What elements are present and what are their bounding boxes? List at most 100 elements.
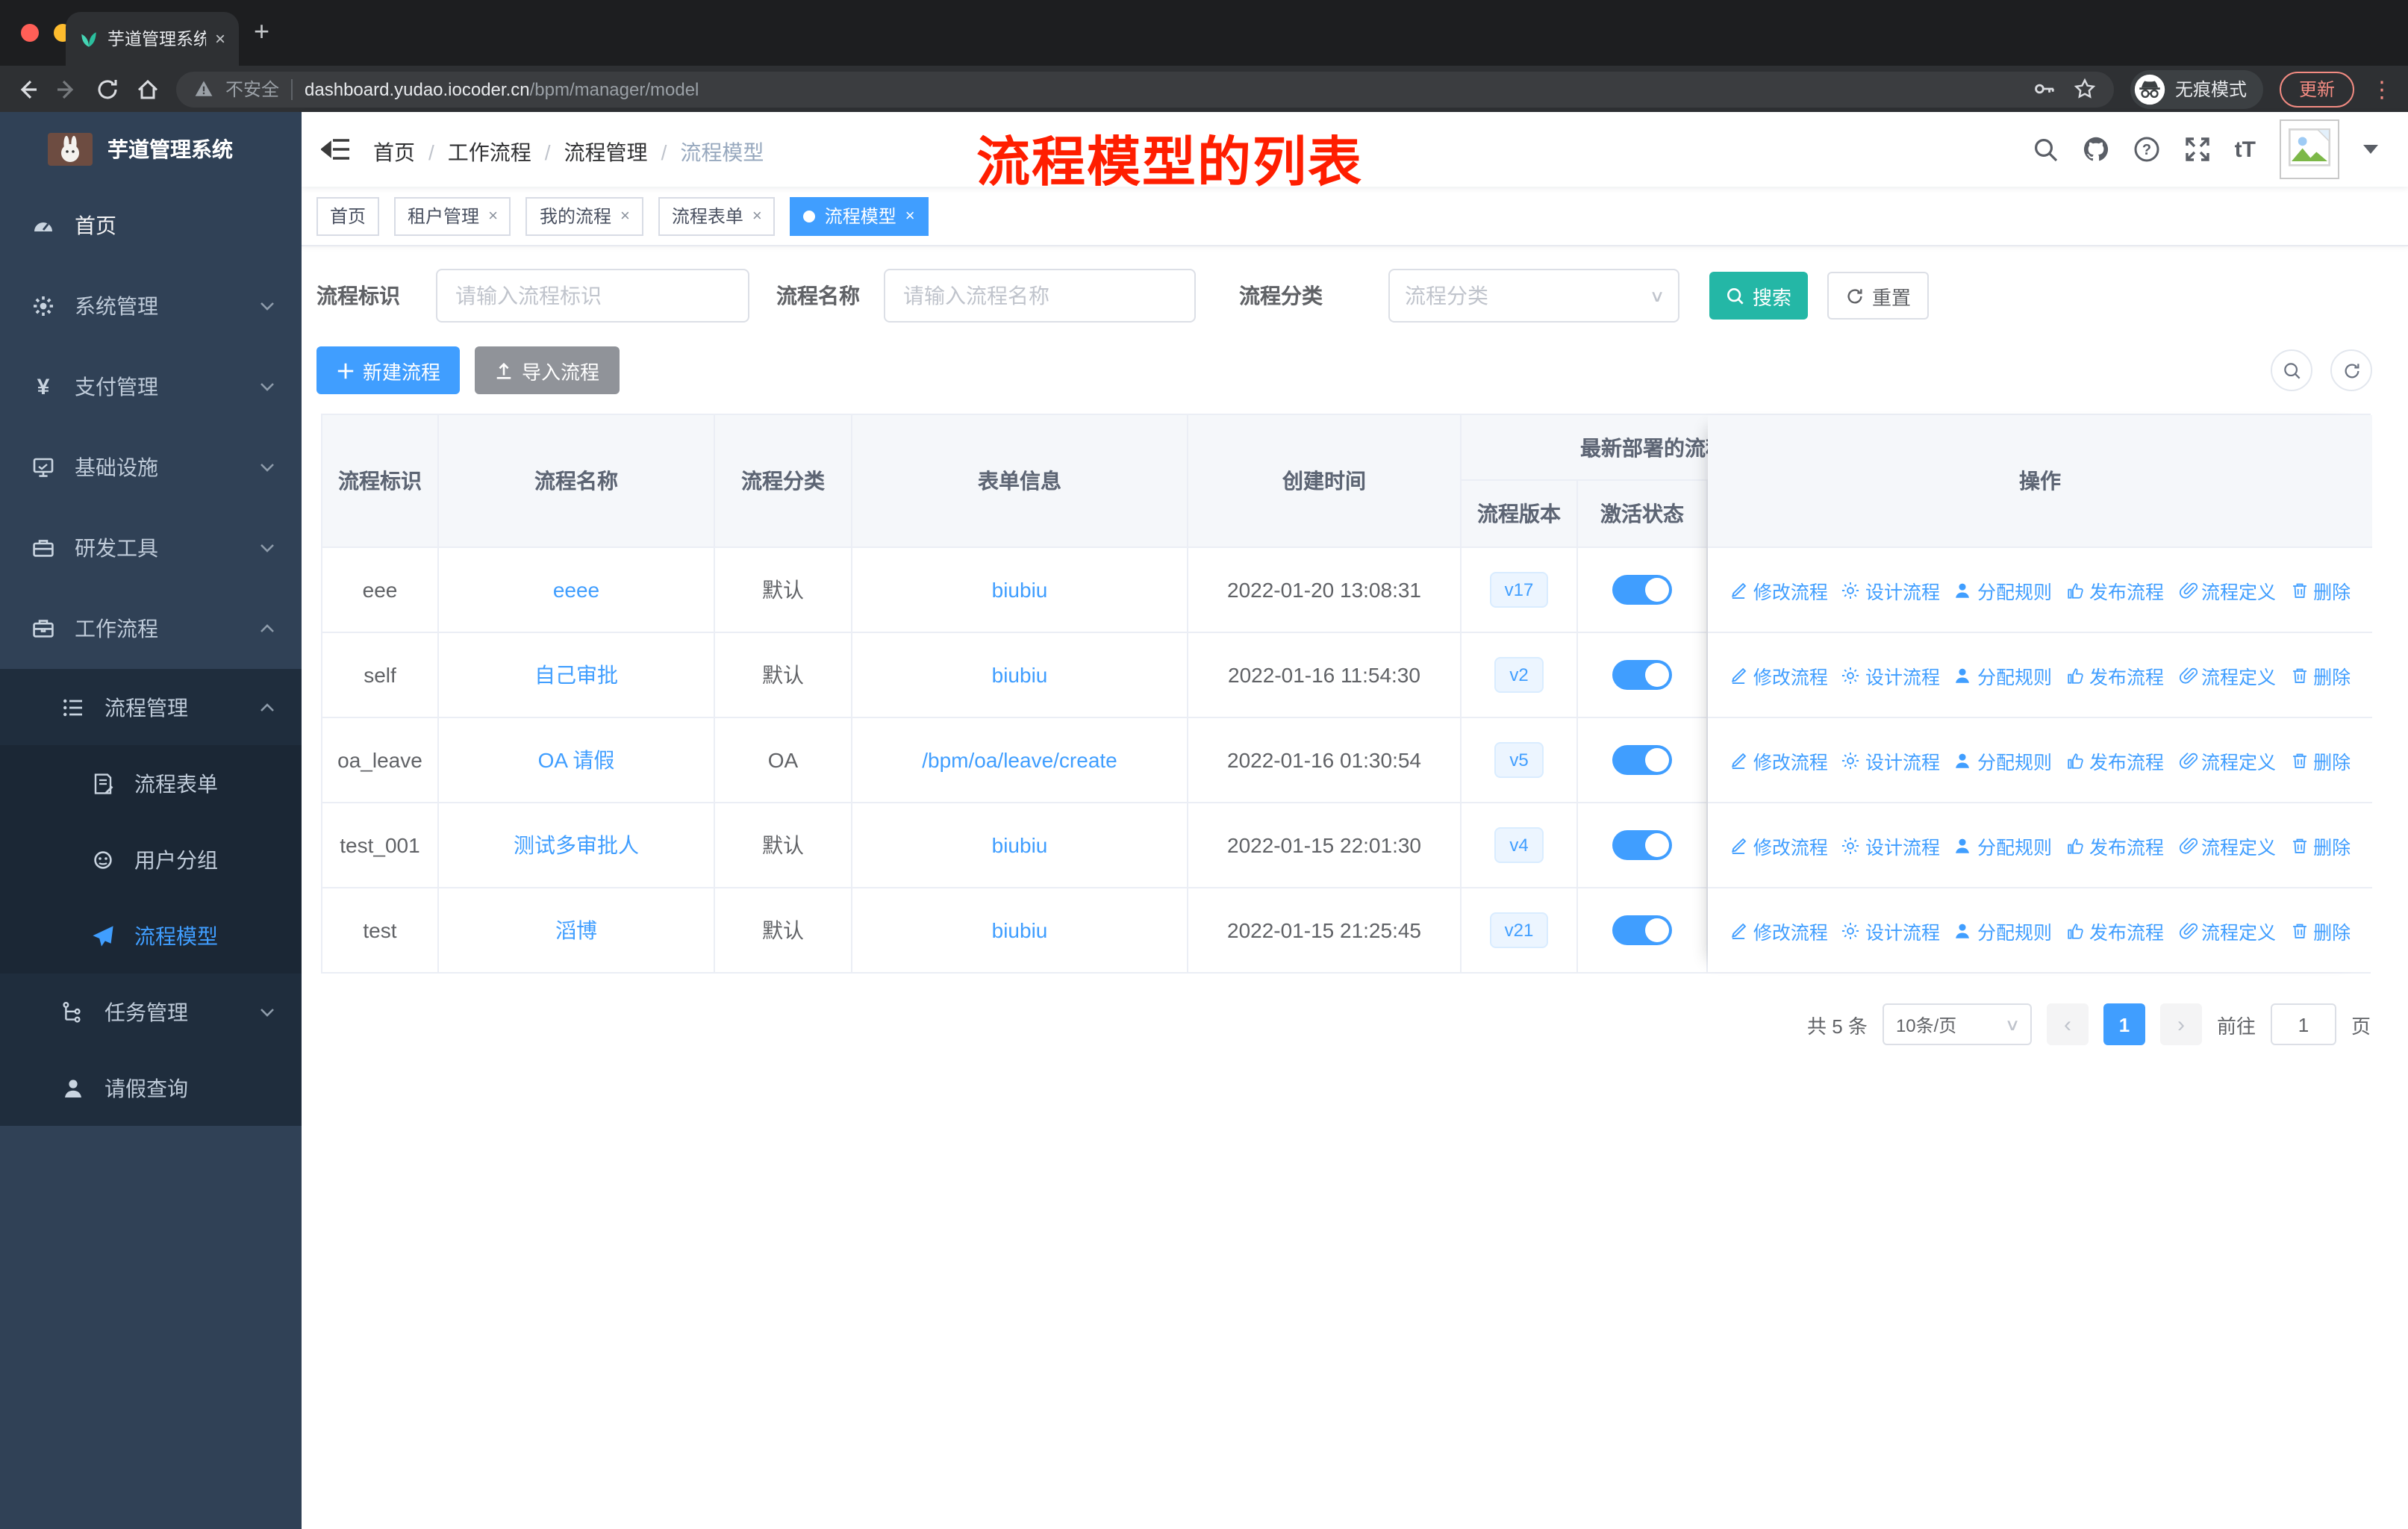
modify-process-link[interactable]: 修改流程 [1729,831,1828,859]
process-name-link[interactable]: 自己审批 [534,660,618,690]
sidebar-item-user-groups[interactable]: 用户分组 [0,821,302,897]
browser-menu-icon[interactable]: ⋮ [2371,75,2393,102]
breadcrumb-process-management[interactable]: 流程管理 [564,137,648,167]
forward-icon[interactable] [55,77,79,101]
delete-link[interactable]: 删除 [2289,746,2351,774]
form-info-link[interactable]: /bpm/oa/leave/create [922,748,1117,772]
current-page-button[interactable]: 1 [2103,1003,2145,1045]
avatar-caret-icon[interactable] [2363,145,2378,154]
reset-button[interactable]: 重置 [1827,272,1929,320]
active-toggle[interactable] [1612,745,1672,775]
tag-tenant-management[interactable]: 租户管理 × [394,196,511,235]
refresh-table-button[interactable] [2330,349,2372,391]
process-definition-link[interactable]: 流程定义 [2177,831,2276,859]
browser-update-button[interactable]: 更新 [2279,71,2354,107]
sidebar-item-process-model[interactable]: 流程模型 [0,897,302,974]
design-process-link[interactable]: 设计流程 [1841,661,1940,689]
close-icon[interactable]: × [752,207,762,225]
assign-rules-link[interactable]: 分配规则 [1953,746,2052,774]
sidebar-item-system[interactable]: 系统管理 [0,266,302,346]
fullscreen-icon[interactable] [2184,136,2211,163]
tag-home[interactable]: 首页 [316,196,380,235]
form-info-link[interactable]: biubiu [992,833,1048,857]
modify-process-link[interactable]: 修改流程 [1729,916,1828,944]
assign-rules-link[interactable]: 分配规则 [1953,831,2052,859]
delete-link[interactable]: 删除 [2289,576,2351,604]
sidebar-item-workflow[interactable]: 工作流程 [0,588,302,669]
sidebar-item-payment[interactable]: ¥ 支付管理 [0,346,302,427]
prev-page-button[interactable]: ‹ [2046,1003,2089,1045]
process-name-input[interactable] [884,269,1196,323]
process-name-link[interactable]: OA 请假 [538,745,615,775]
page-size-select[interactable]: 10条/页 ∨ [1882,1003,2032,1045]
active-toggle[interactable] [1612,830,1672,860]
collapse-sidebar-icon[interactable] [321,134,351,164]
design-process-link[interactable]: 设计流程 [1841,576,1940,604]
sidebar-item-process-management[interactable]: 流程管理 [0,669,302,745]
font-size-icon[interactable]: tT [2235,137,2256,162]
tag-my-processes[interactable]: 我的流程 × [525,196,643,235]
browser-tab[interactable]: 芋道管理系统 × [66,12,239,66]
sidebar-item-process-form[interactable]: 流程表单 [0,745,302,821]
close-icon[interactable]: × [905,207,915,225]
assign-rules-link[interactable]: 分配规则 [1953,661,2052,689]
sidebar-item-infrastructure[interactable]: 基础设施 [0,427,302,508]
sidebar-item-leave-query[interactable]: 请假查询 [0,1050,302,1126]
password-key-icon[interactable] [2033,78,2056,100]
breadcrumb-home[interactable]: 首页 [373,137,415,167]
avatar[interactable] [2280,119,2339,179]
assign-rules-link[interactable]: 分配规则 [1953,916,2052,944]
publish-process-link[interactable]: 发布流程 [2065,746,2164,774]
active-toggle[interactable] [1612,915,1672,945]
modify-process-link[interactable]: 修改流程 [1729,661,1828,689]
import-process-button[interactable]: 导入流程 [475,346,620,394]
delete-link[interactable]: 删除 [2289,661,2351,689]
design-process-link[interactable]: 设计流程 [1841,746,1940,774]
process-name-link[interactable]: eeee [553,578,599,602]
goto-page-input[interactable] [2270,1003,2336,1045]
tag-process-model[interactable]: 流程模型 × [790,196,929,235]
search-button[interactable]: 搜索 [1709,272,1808,320]
tab-close-icon[interactable]: × [215,28,225,49]
reload-icon[interactable] [96,77,119,101]
back-icon[interactable] [15,77,39,101]
process-id-input[interactable] [436,269,749,323]
bookmark-star-icon[interactable] [2074,78,2096,100]
delete-link[interactable]: 删除 [2289,831,2351,859]
help-icon[interactable]: ? [2133,136,2160,163]
close-window-button[interactable] [21,24,39,42]
form-info-link[interactable]: biubiu [992,578,1048,602]
process-definition-link[interactable]: 流程定义 [2177,661,2276,689]
create-process-button[interactable]: 新建流程 [316,346,460,394]
modify-process-link[interactable]: 修改流程 [1729,576,1828,604]
process-definition-link[interactable]: 流程定义 [2177,916,2276,944]
assign-rules-link[interactable]: 分配规则 [1953,576,2052,604]
toggle-search-button[interactable] [2271,349,2312,391]
process-definition-link[interactable]: 流程定义 [2177,576,2276,604]
design-process-link[interactable]: 设计流程 [1841,916,1940,944]
home-icon[interactable] [136,77,160,101]
github-icon[interactable] [2083,136,2109,163]
url-bar[interactable]: 不安全 dashboard.yudao.iocoder.cn/bpm/manag… [176,71,2114,107]
breadcrumb-workflow[interactable]: 工作流程 [448,137,531,167]
next-page-button[interactable]: › [2159,1003,2202,1045]
process-category-select[interactable]: 流程分类 ∨ [1388,269,1679,323]
publish-process-link[interactable]: 发布流程 [2065,916,2164,944]
publish-process-link[interactable]: 发布流程 [2065,661,2164,689]
sidebar-item-home[interactable]: 首页 [0,185,302,266]
process-name-link[interactable]: 测试多审批人 [514,830,639,860]
close-icon[interactable]: × [488,207,498,225]
tag-process-form[interactable]: 流程表单 × [658,196,776,235]
process-definition-link[interactable]: 流程定义 [2177,746,2276,774]
sidebar-item-dev-tools[interactable]: 研发工具 [0,508,302,588]
search-icon[interactable] [2032,136,2059,163]
form-info-link[interactable]: biubiu [992,918,1048,942]
active-toggle[interactable] [1612,660,1672,690]
close-icon[interactable]: × [620,207,630,225]
new-tab-button[interactable]: + [254,16,269,48]
delete-link[interactable]: 删除 [2289,916,2351,944]
modify-process-link[interactable]: 修改流程 [1729,746,1828,774]
sidebar-item-task-management[interactable]: 任务管理 [0,974,302,1050]
publish-process-link[interactable]: 发布流程 [2065,831,2164,859]
design-process-link[interactable]: 设计流程 [1841,831,1940,859]
